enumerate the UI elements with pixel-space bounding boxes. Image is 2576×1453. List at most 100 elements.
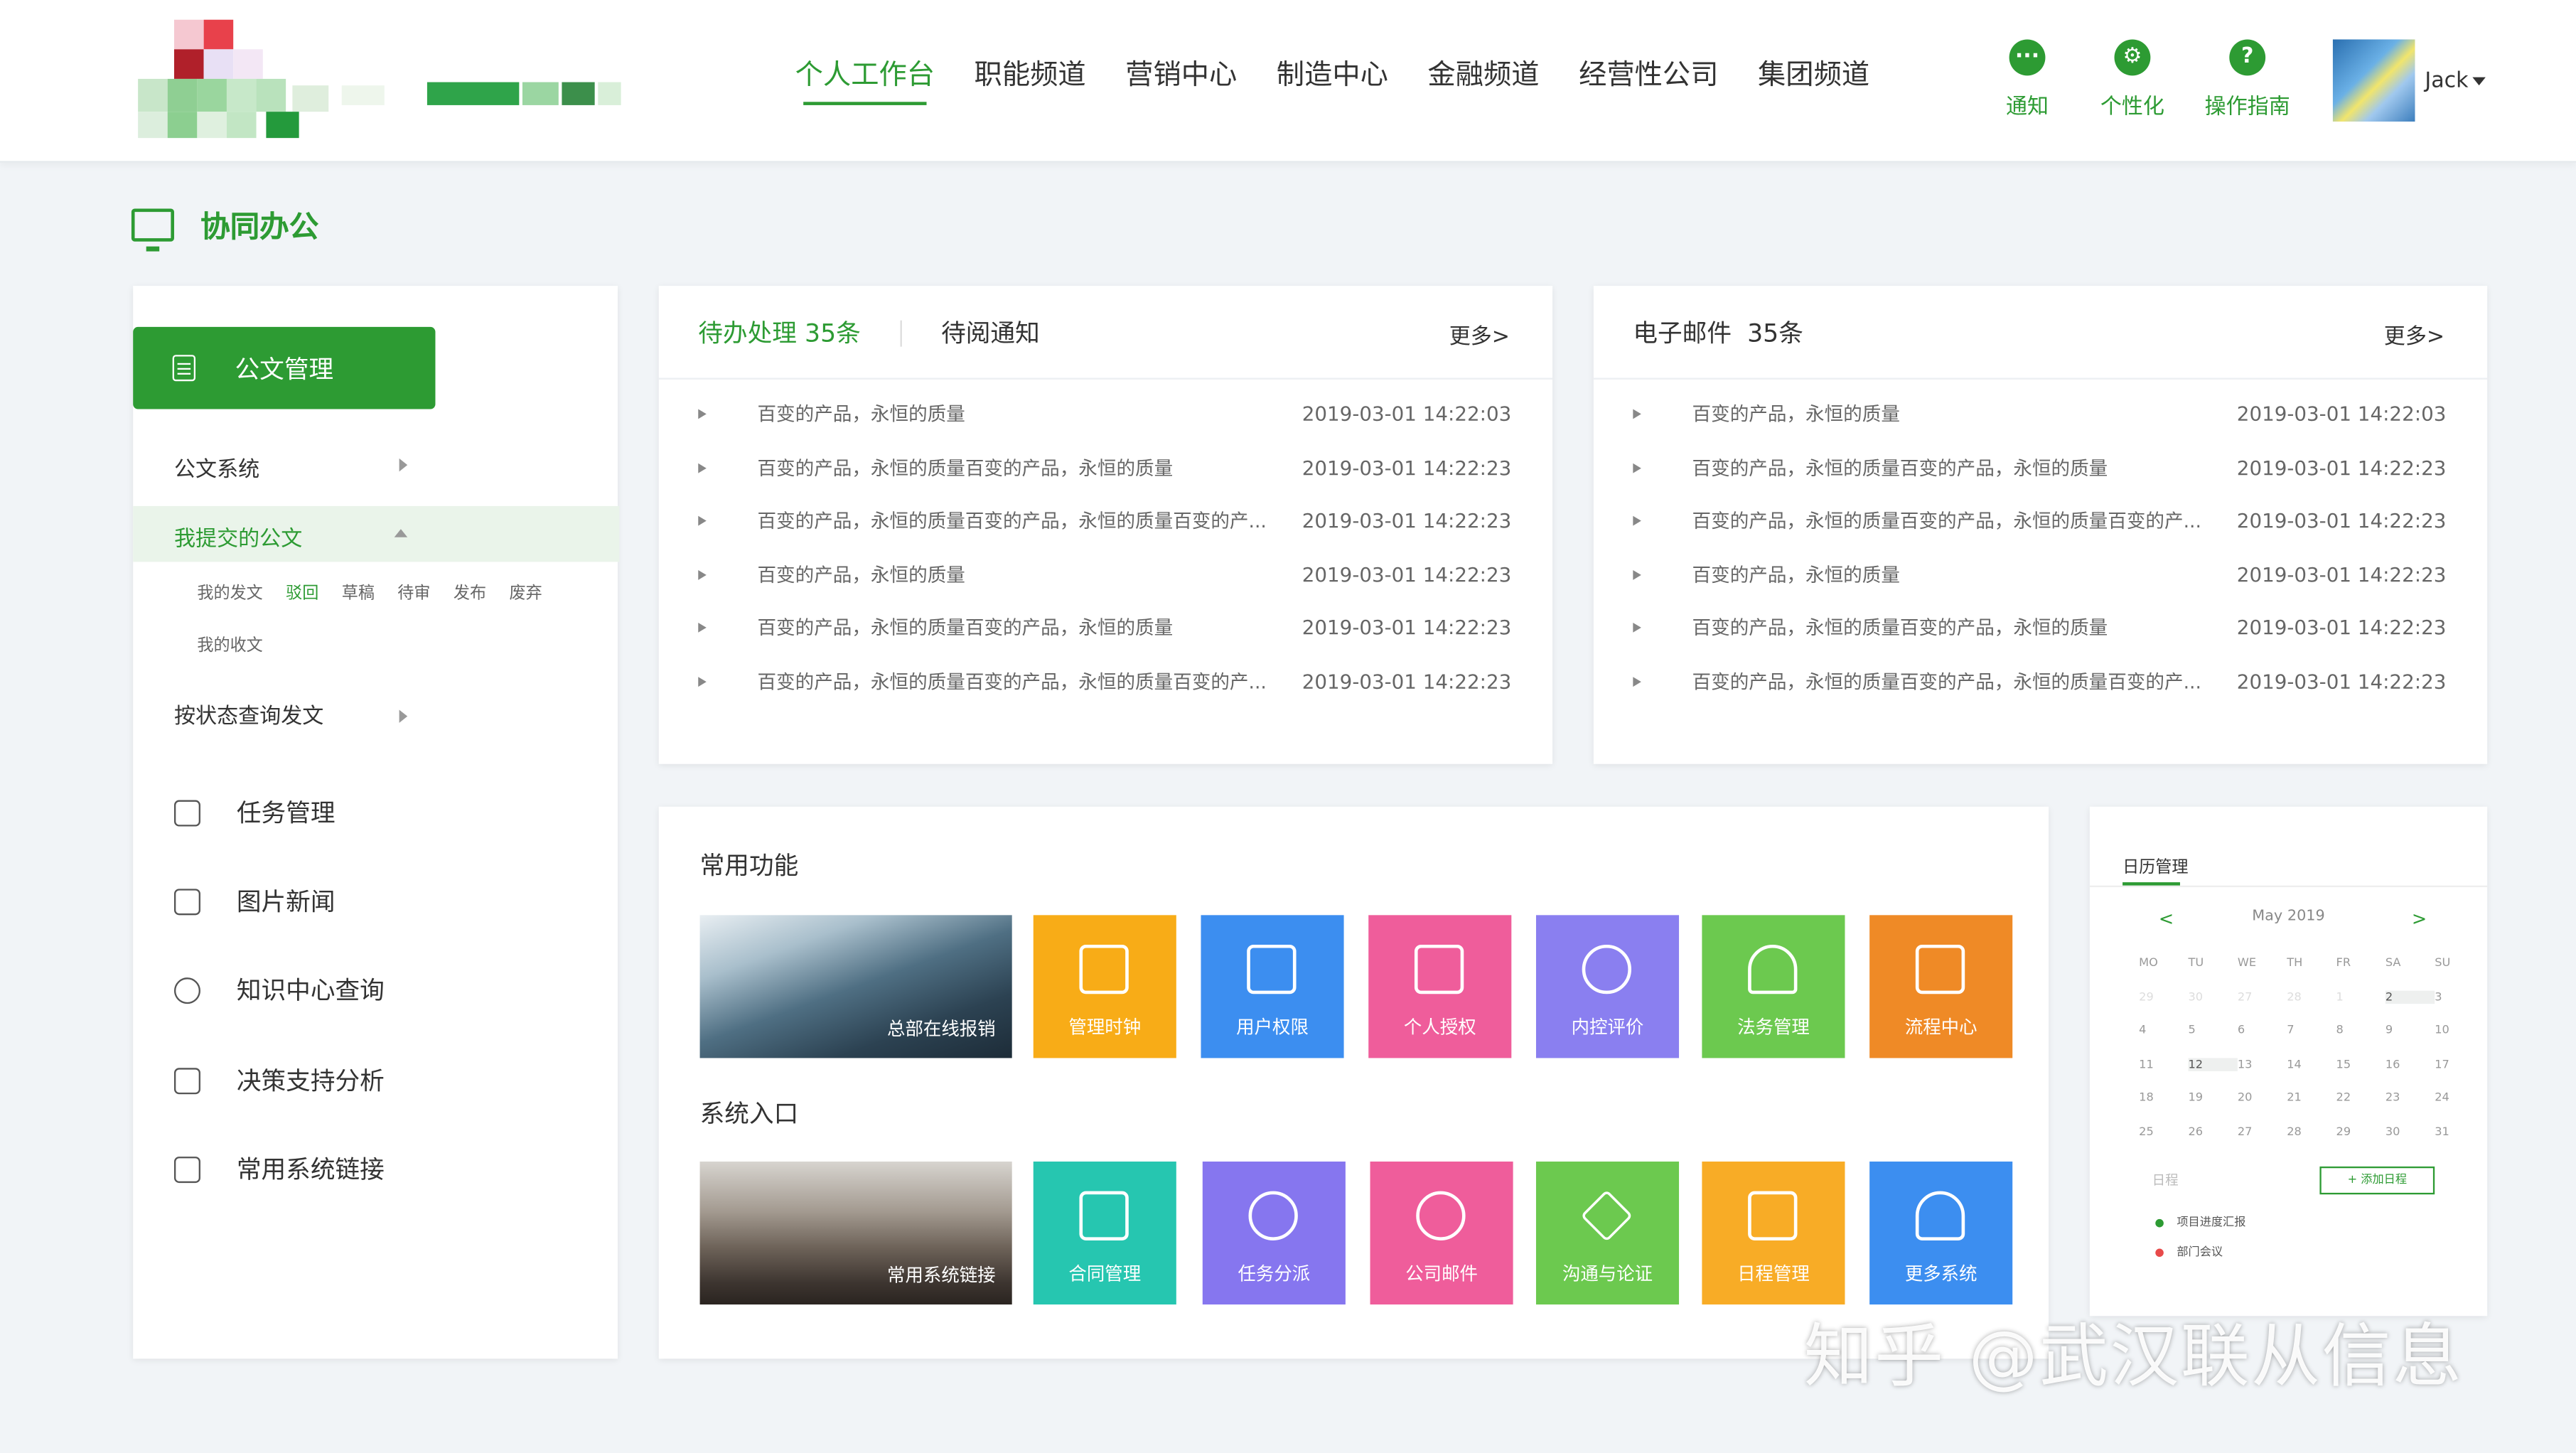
sidebar-item-submitted-documents[interactable]: 我提交的公文 [174,521,302,552]
nav-functions-channel[interactable]: 职能频道 [955,0,1106,163]
sub-tab-pending[interactable]: 待审 [397,579,430,603]
nav-manufacturing-center[interactable]: 制造中心 [1257,0,1408,163]
calendar-day[interactable]: 30 [2189,990,2238,1003]
calendar-day[interactable]: 4 [2139,1024,2188,1036]
calendar-day[interactable]: 5 [2189,1024,2238,1036]
sub-tab-draft[interactable]: 草稿 [342,579,375,603]
tile-personal-authorization[interactable]: 个人授权 [1368,915,1512,1058]
calendar-day[interactable]: 26 [2189,1125,2238,1138]
nav-group-channel[interactable]: 集团频道 [1738,0,1889,163]
mail-more-link[interactable]: 更多> [2384,318,2444,350]
calendar-day[interactable]: 24 [2435,1091,2484,1104]
tile-legal-management[interactable]: 法务管理 [1702,915,1845,1058]
calendar-day[interactable]: 29 [2336,1125,2386,1138]
personalize-button[interactable]: ⚙ 个性化 [2075,39,2190,120]
sidebar-head-document-management[interactable]: 公文管理 [133,326,436,409]
tab-read-notice[interactable]: 待阅通知 [941,316,1040,350]
list-item[interactable]: 百变的产品，永恒的质量百变的产品，永恒的质量 2019-03-01 14:22:2… [698,601,1511,655]
calendar-day[interactable]: 13 [2238,1058,2287,1071]
calendar-day[interactable]: 30 [2386,1125,2435,1138]
calendar-day[interactable]: 16 [2386,1058,2435,1071]
tile-communication[interactable]: 沟通与论证 [1535,1162,1680,1305]
mail-title-label[interactable]: 电子邮件 [1633,316,1732,350]
schedule-item[interactable]: 项目进度汇报 [2155,1214,2245,1231]
calendar-day[interactable]: 21 [2287,1091,2336,1104]
calendar-day[interactable]: 6 [2238,1024,2287,1036]
list-item[interactable]: 百变的产品，永恒的质量 2019-03-01 14:22:23 [698,548,1511,601]
calendar-day[interactable]: 25 [2139,1125,2188,1138]
tile-contract-management[interactable]: 合同管理 [1033,1162,1176,1305]
sidebar-item-my-received[interactable]: 我的收文 [197,631,262,655]
nav-marketing-center[interactable]: 营销中心 [1105,0,1257,163]
calendar-day[interactable]: 18 [2139,1091,2188,1104]
calendar-day[interactable]: 3 [2435,990,2484,1003]
calendar-day[interactable]: 20 [2238,1091,2287,1104]
calendar-day[interactable]: 12 [2188,1057,2238,1071]
nav-operating-company[interactable]: 经营性公司 [1559,0,1738,163]
calendar-day[interactable]: 29 [2139,990,2188,1003]
guide-button[interactable]: ? 操作指南 [2190,39,2305,120]
list-item[interactable]: 百变的产品，永恒的质量百变的产品，永恒的质量百变的产... 2019-03-01 … [698,495,1511,548]
sub-tab-discarded[interactable]: 废弃 [509,579,542,603]
calendar-day[interactable]: 22 [2336,1091,2386,1104]
calendar-day-selected[interactable]: 2 [2385,990,2435,1004]
calendar-day[interactable]: 19 [2189,1091,2238,1104]
company-logo[interactable] [135,13,628,144]
calendar-day[interactable]: 1 [2336,990,2386,1003]
tile-common-system-links[interactable]: 常用系统链接 [699,1162,1012,1305]
functions-panel: 常用功能 总部在线报销 管理时钟 用户权限 个人授权 内控评价 法务管理 流程中… [658,806,2049,1359]
tile-schedule-management[interactable]: 日程管理 [1702,1162,1845,1305]
calendar-day[interactable]: 14 [2287,1058,2336,1071]
list-item[interactable]: 百变的产品，永恒的质量百变的产品，永恒的质量 2019-03-01 14:22:2… [698,441,1511,495]
calendar-day[interactable]: 31 [2435,1125,2484,1138]
list-item[interactable]: 百变的产品，永恒的质量百变的产品，永恒的质量 2019-03-01 14:22:2… [1633,601,2446,655]
calendar-day[interactable]: 10 [2435,1024,2484,1036]
list-item[interactable]: 百变的产品，永恒的质量 2019-03-01 14:22:03 [698,387,1511,441]
nav-personal-workbench[interactable]: 个人工作台 [776,0,955,163]
list-item[interactable]: 百变的产品，永恒的质量百变的产品，永恒的质量百变的产... 2019-03-01 … [698,655,1511,708]
todo-more-link[interactable]: 更多> [1449,318,1510,350]
calendar-day[interactable]: 27 [2238,1125,2287,1138]
sidebar-item-knowledge-query[interactable]: 知识中心查询 [173,972,385,1007]
tile-task-assignment[interactable]: 任务分派 [1202,1162,1346,1305]
tile-management-clock[interactable]: 管理时钟 [1033,915,1176,1058]
list-item[interactable]: 百变的产品，永恒的质量百变的产品，永恒的质量百变的产... 2019-03-01 … [1633,495,2446,548]
add-schedule-button[interactable]: + 添加日程 [2319,1166,2435,1195]
nav-finance-channel[interactable]: 金融频道 [1408,0,1560,163]
calendar-day[interactable]: 15 [2336,1058,2386,1071]
sub-tab-my-outgoing[interactable]: 我的发文 [197,579,262,603]
notification-button[interactable]: ··· 通知 [1970,39,2085,120]
calendar-day[interactable]: 28 [2287,1125,2336,1138]
calendar-day[interactable]: 11 [2139,1058,2188,1071]
sidebar-item-picture-news[interactable]: 图片新闻 [173,884,336,918]
calendar-day[interactable]: 27 [2238,990,2287,1003]
calendar-day[interactable]: 28 [2287,990,2336,1003]
calendar-next-button[interactable]: > [2412,908,2427,930]
sidebar-item-document-system[interactable]: 公文系统 [174,452,259,483]
sidebar-item-query-by-status[interactable]: 按状态查询发文 [174,698,323,730]
tab-todo[interactable]: 待办处理 35条 [698,316,861,350]
calendar-day[interactable]: 17 [2435,1058,2484,1071]
sub-tab-published[interactable]: 发布 [454,579,486,603]
sub-tab-rejected[interactable]: 驳回 [286,579,318,603]
calendar-day[interactable]: 7 [2287,1024,2336,1036]
list-item[interactable]: 百变的产品，永恒的质量百变的产品，永恒的质量 2019-03-01 14:22:2… [1633,441,2446,495]
calendar-day[interactable]: 9 [2386,1024,2435,1036]
schedule-item[interactable]: 部门会议 [2155,1244,2223,1260]
sidebar-item-common-links[interactable]: 常用系统链接 [173,1152,385,1186]
tile-user-permissions[interactable]: 用户权限 [1201,915,1344,1058]
calendar-day[interactable]: 23 [2386,1091,2435,1104]
sidebar-item-decision-analysis[interactable]: 决策支持分析 [173,1063,385,1098]
list-item[interactable]: 百变的产品，永恒的质量百变的产品，永恒的质量百变的产... 2019-03-01 … [1633,655,2446,708]
sidebar-item-task-management[interactable]: 任务管理 [173,795,336,830]
calendar-day[interactable]: 8 [2336,1024,2386,1036]
user-menu[interactable]: Jack [2425,69,2486,94]
avatar[interactable] [2332,39,2415,122]
tile-company-mail[interactable]: 公司邮件 [1370,1162,1513,1305]
tile-process-center[interactable]: 流程中心 [1869,915,2013,1058]
list-item[interactable]: 百变的产品，永恒的质量 2019-03-01 14:22:23 [1633,548,2446,601]
tile-more-systems[interactable]: 更多系统 [1869,1162,2013,1305]
list-item[interactable]: 百变的产品，永恒的质量 2019-03-01 14:22:03 [1633,387,2446,441]
tile-internal-control[interactable]: 内控评价 [1535,915,1680,1058]
tile-online-reimbursement[interactable]: 总部在线报销 [699,915,1012,1058]
